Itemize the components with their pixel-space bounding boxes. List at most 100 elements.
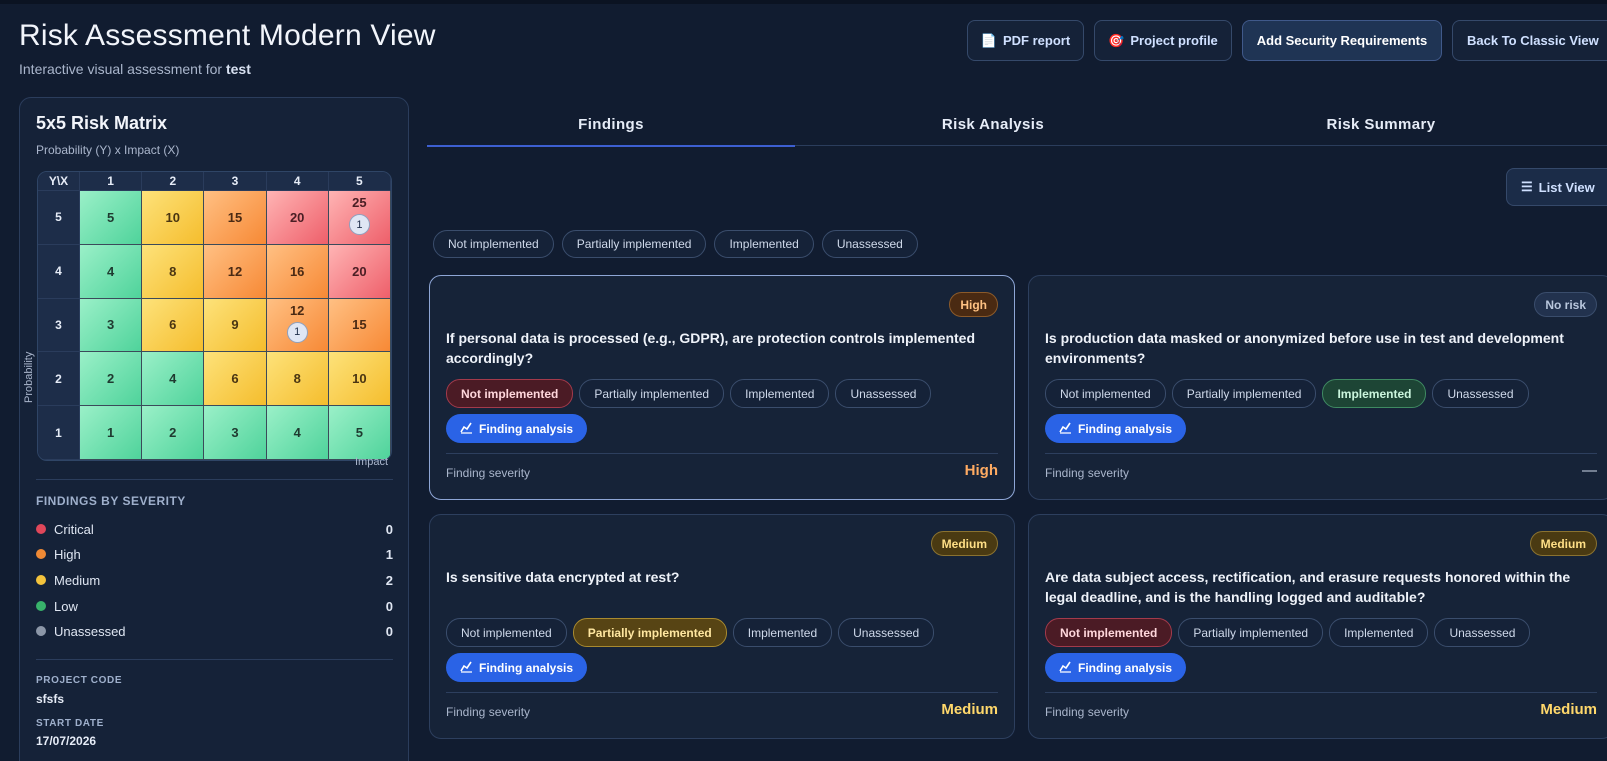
status-unassessed[interactable]: Unassessed bbox=[1432, 379, 1529, 408]
status-options: Not implemented Partially implemented Im… bbox=[1045, 379, 1529, 408]
status-not-implemented[interactable]: Not implemented bbox=[446, 618, 567, 647]
finding-card[interactable]: High If personal data is processed (e.g.… bbox=[429, 275, 1015, 500]
project-code-label: PROJECT CODE bbox=[36, 675, 123, 686]
tab-risk-summary[interactable]: Risk Summary bbox=[1191, 103, 1571, 146]
finding-card[interactable]: No risk Is production data masked or ano… bbox=[1028, 275, 1607, 500]
add-security-requirements-button[interactable]: Add Security Requirements bbox=[1242, 20, 1442, 61]
back-to-classic-view-label: Back To Classic View bbox=[1467, 33, 1599, 48]
risk-badge: Medium bbox=[1529, 531, 1597, 556]
status-unassessed[interactable]: Unassessed bbox=[1434, 618, 1531, 647]
matrix-cell[interactable]: 8 bbox=[266, 352, 329, 407]
finding-severity-value: Medium bbox=[941, 701, 998, 718]
status-unassessed[interactable]: Unassessed bbox=[835, 379, 932, 408]
matrix-cell[interactable]: 10 bbox=[142, 191, 205, 245]
finding-severity-label: Finding severity bbox=[446, 705, 531, 719]
divider bbox=[1045, 453, 1597, 454]
finding-count-marker[interactable]: 1 bbox=[348, 214, 370, 235]
matrix-cell[interactable]: 6 bbox=[142, 298, 205, 353]
finding-analysis-button[interactable]: Finding analysis bbox=[446, 653, 588, 682]
page-subtitle: Interactive visual assessment for test bbox=[19, 61, 251, 77]
matrix-cell[interactable]: 10 bbox=[328, 352, 391, 407]
divider bbox=[36, 479, 393, 480]
filter-implemented[interactable]: Implemented bbox=[714, 230, 814, 258]
matrix-cell[interactable]: 3 bbox=[204, 406, 267, 460]
matrix-cell[interactable]: 4 bbox=[266, 406, 329, 460]
matrix-cell[interactable]: 25 1 bbox=[328, 191, 391, 245]
matrix-cell[interactable]: 5 bbox=[80, 191, 143, 245]
status-partially-implemented[interactable]: Partially implemented bbox=[1178, 618, 1324, 647]
risk-badge: No risk bbox=[1534, 292, 1597, 317]
tab-findings[interactable]: Findings bbox=[427, 103, 795, 147]
matrix-cell[interactable]: 2 bbox=[142, 406, 205, 460]
finding-analysis-button[interactable]: Finding analysis bbox=[446, 414, 588, 443]
filter-partially-implemented[interactable]: Partially implemented bbox=[561, 230, 707, 258]
filter-unassessed[interactable]: Unassessed bbox=[821, 230, 918, 258]
impact-header: 2 bbox=[142, 172, 205, 191]
probability-header: 3 bbox=[38, 298, 80, 353]
finding-severity-value: — bbox=[1582, 462, 1597, 479]
matrix-cell[interactable]: 2 bbox=[80, 352, 143, 407]
probability-header: 2 bbox=[38, 352, 80, 407]
finding-analysis-button[interactable]: Finding analysis bbox=[1045, 414, 1187, 443]
status-options: Not implemented Partially implemented Im… bbox=[1045, 618, 1531, 647]
divider bbox=[446, 692, 998, 693]
matrix-corner: Y\X bbox=[38, 172, 80, 191]
matrix-cell[interactable]: 12 bbox=[204, 244, 267, 299]
matrix-cell[interactable]: 3 bbox=[80, 298, 143, 353]
back-to-classic-view-button[interactable]: Back To Classic View bbox=[1452, 20, 1607, 61]
status-partially-implemented[interactable]: Partially implemented bbox=[1171, 379, 1317, 408]
finding-card[interactable]: Medium Is sensitive data encrypted at re… bbox=[429, 514, 1015, 739]
status-implemented[interactable]: Implemented bbox=[730, 379, 830, 408]
matrix-cell[interactable]: 1 bbox=[80, 406, 143, 460]
matrix-cell[interactable]: 4 bbox=[142, 352, 205, 407]
status-partially-implemented[interactable]: Partially implemented bbox=[572, 618, 727, 647]
status-not-implemented[interactable]: Not implemented bbox=[1045, 618, 1173, 647]
matrix-title: 5x5 Risk Matrix bbox=[36, 113, 168, 133]
probability-header: 4 bbox=[38, 244, 80, 299]
finding-analysis-label: Finding analysis bbox=[1078, 421, 1173, 436]
matrix-cell[interactable]: 8 bbox=[142, 244, 205, 299]
list-view-button[interactable]: ☰ List View bbox=[1506, 168, 1607, 206]
matrix-cell[interactable]: 15 bbox=[204, 191, 267, 245]
finding-question: Is production data masked or anonymized … bbox=[1045, 330, 1564, 366]
status-unassessed[interactable]: Unassessed bbox=[838, 618, 935, 647]
chart-line-icon bbox=[1059, 660, 1072, 676]
finding-analysis-button[interactable]: Finding analysis bbox=[1045, 653, 1187, 682]
impact-axis-label: Impact bbox=[354, 456, 388, 468]
matrix-cell[interactable]: 16 bbox=[266, 244, 329, 299]
matrix-cell[interactable]: 6 bbox=[204, 352, 267, 407]
impact-header: 4 bbox=[266, 172, 329, 191]
start-date-value: 17/07/2026 bbox=[36, 734, 97, 748]
finding-question: If personal data is processed (e.g., GDP… bbox=[446, 330, 976, 366]
target-icon: 🎯 bbox=[1108, 32, 1125, 48]
start-date-label: START DATE bbox=[36, 718, 104, 729]
status-partially-implemented[interactable]: Partially implemented bbox=[579, 379, 725, 408]
pdf-report-button[interactable]: 📄 PDF report bbox=[967, 20, 1084, 61]
matrix-cell[interactable]: 15 bbox=[328, 298, 391, 353]
status-implemented[interactable]: Implemented bbox=[1322, 379, 1427, 408]
divider bbox=[1045, 692, 1597, 693]
status-not-implemented[interactable]: Not implemented bbox=[446, 379, 574, 408]
matrix-cell[interactable]: 4 bbox=[80, 244, 143, 299]
matrix-cell[interactable]: 20 bbox=[266, 191, 329, 245]
divider bbox=[446, 453, 998, 454]
matrix-cell[interactable]: 9 bbox=[204, 298, 267, 353]
project-profile-button[interactable]: 🎯 Project profile bbox=[1094, 20, 1232, 61]
filter-not-implemented[interactable]: Not implemented bbox=[433, 230, 554, 258]
impact-header: 3 bbox=[204, 172, 267, 191]
severity-row-low: Low 0 bbox=[36, 597, 393, 615]
matrix-cell[interactable]: 20 bbox=[328, 244, 391, 299]
status-implemented[interactable]: Implemented bbox=[1329, 618, 1429, 647]
severity-count: 0 bbox=[385, 521, 393, 537]
medium-dot-icon bbox=[36, 575, 46, 585]
finding-count-marker[interactable]: 1 bbox=[286, 321, 308, 343]
finding-card[interactable]: Medium Are data subject access, rectific… bbox=[1028, 514, 1607, 739]
matrix-cell[interactable]: 12 1 bbox=[266, 298, 329, 353]
severity-section-title: FINDINGS BY SEVERITY bbox=[36, 494, 186, 508]
matrix-cell[interactable]: 5 bbox=[328, 406, 391, 460]
severity-label: Unassessed bbox=[54, 623, 126, 639]
finding-analysis-label: Finding analysis bbox=[1078, 660, 1173, 675]
tab-risk-analysis[interactable]: Risk Analysis bbox=[795, 103, 1191, 146]
status-implemented[interactable]: Implemented bbox=[732, 618, 833, 647]
status-not-implemented[interactable]: Not implemented bbox=[1045, 379, 1166, 408]
